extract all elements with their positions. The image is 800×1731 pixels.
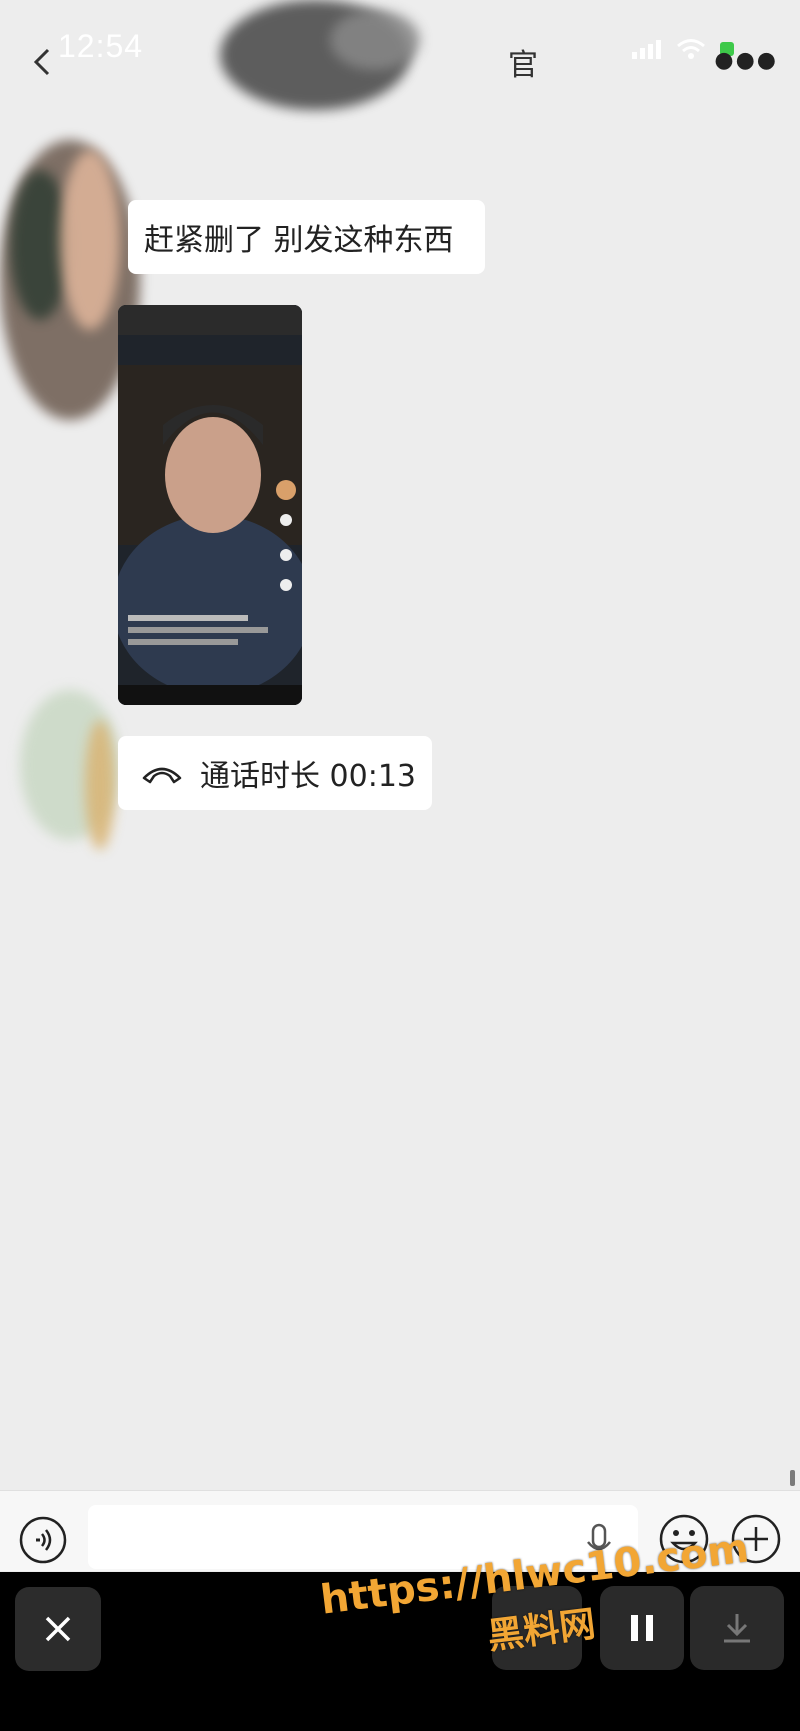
more-button[interactable]: ●●● <box>714 48 778 73</box>
voice-icon <box>19 1516 67 1564</box>
more-icon: ●●● <box>714 48 778 73</box>
wifi-icon <box>677 39 705 59</box>
status-time: 12:54 <box>58 28 144 64</box>
phone-hangup-icon <box>142 767 182 784</box>
back-icon <box>33 48 50 76</box>
call-duration-text: 通话时长 00:13 <box>200 759 416 794</box>
avatar-blur <box>60 150 120 330</box>
scrollbar[interactable] <box>790 1470 795 1486</box>
chat-title: 官 <box>508 48 538 83</box>
signal-icon <box>632 40 661 59</box>
call-record-bubble[interactable]: 通话时长 00:13 <box>118 736 432 810</box>
privacy-blur <box>330 10 420 70</box>
video-thumbnail <box>118 305 302 705</box>
message-text: 赶紧删了 别发这种东西 <box>144 223 454 258</box>
video-message[interactable] <box>118 305 302 705</box>
close-button[interactable] <box>15 1587 101 1671</box>
message-bubble-text[interactable]: 赶紧删了 别发这种东西 <box>128 200 485 274</box>
back-button[interactable] <box>22 40 66 84</box>
avatar-blur <box>85 720 115 850</box>
close-icon <box>45 1616 71 1642</box>
voice-toggle-button[interactable] <box>18 1515 68 1565</box>
